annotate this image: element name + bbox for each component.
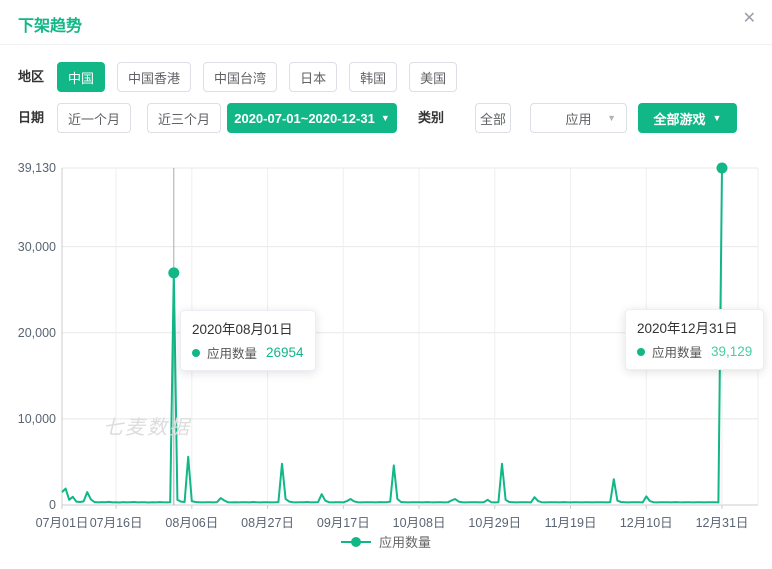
y-axis-label: 10,000	[0, 412, 56, 426]
tooltip-date: 2020年12月31日	[637, 317, 752, 337]
series-dot-icon	[637, 348, 645, 356]
tooltip-value: 26954	[266, 345, 304, 360]
highlight-marker	[168, 267, 179, 278]
chart-tooltip: 2020年12月31日 应用数量 39,129	[625, 309, 764, 370]
x-axis-label: 08月06日	[165, 512, 218, 531]
x-axis-label: 09月17日	[317, 512, 370, 531]
x-axis-label: 12月31日	[696, 512, 749, 531]
trend-chart[interactable]	[0, 0, 772, 569]
tooltip-date: 2020年08月01日	[192, 318, 304, 338]
y-axis-label: 0	[0, 498, 56, 512]
tooltip-series-label: 应用数量	[652, 342, 702, 361]
highlight-marker	[717, 163, 728, 174]
watermark: 七麦数据	[103, 411, 191, 440]
chart-tooltip: 2020年08月01日 应用数量 26954	[180, 310, 316, 371]
legend-label: 应用数量	[379, 532, 431, 551]
x-axis-label: 07月16日	[90, 512, 143, 531]
x-axis-label: 10月08日	[393, 512, 446, 531]
y-axis-label: 30,000	[0, 240, 56, 254]
x-axis-label: 12月10日	[620, 512, 673, 531]
tooltip-value: 39,129	[711, 344, 752, 359]
x-axis-label: 08月27日	[241, 512, 294, 531]
y-axis-label: 39,130	[0, 161, 56, 175]
legend-line-dot-icon	[341, 536, 371, 548]
y-axis-label: 20,000	[0, 326, 56, 340]
x-axis-label: 07月01日	[36, 512, 89, 531]
x-axis-label: 10月29日	[468, 512, 521, 531]
series-dot-icon	[192, 349, 200, 357]
legend-item[interactable]: 应用数量	[0, 532, 772, 551]
x-axis-label: 11月19日	[545, 512, 597, 531]
tooltip-series-label: 应用数量	[207, 343, 257, 362]
trend-line	[62, 168, 722, 503]
